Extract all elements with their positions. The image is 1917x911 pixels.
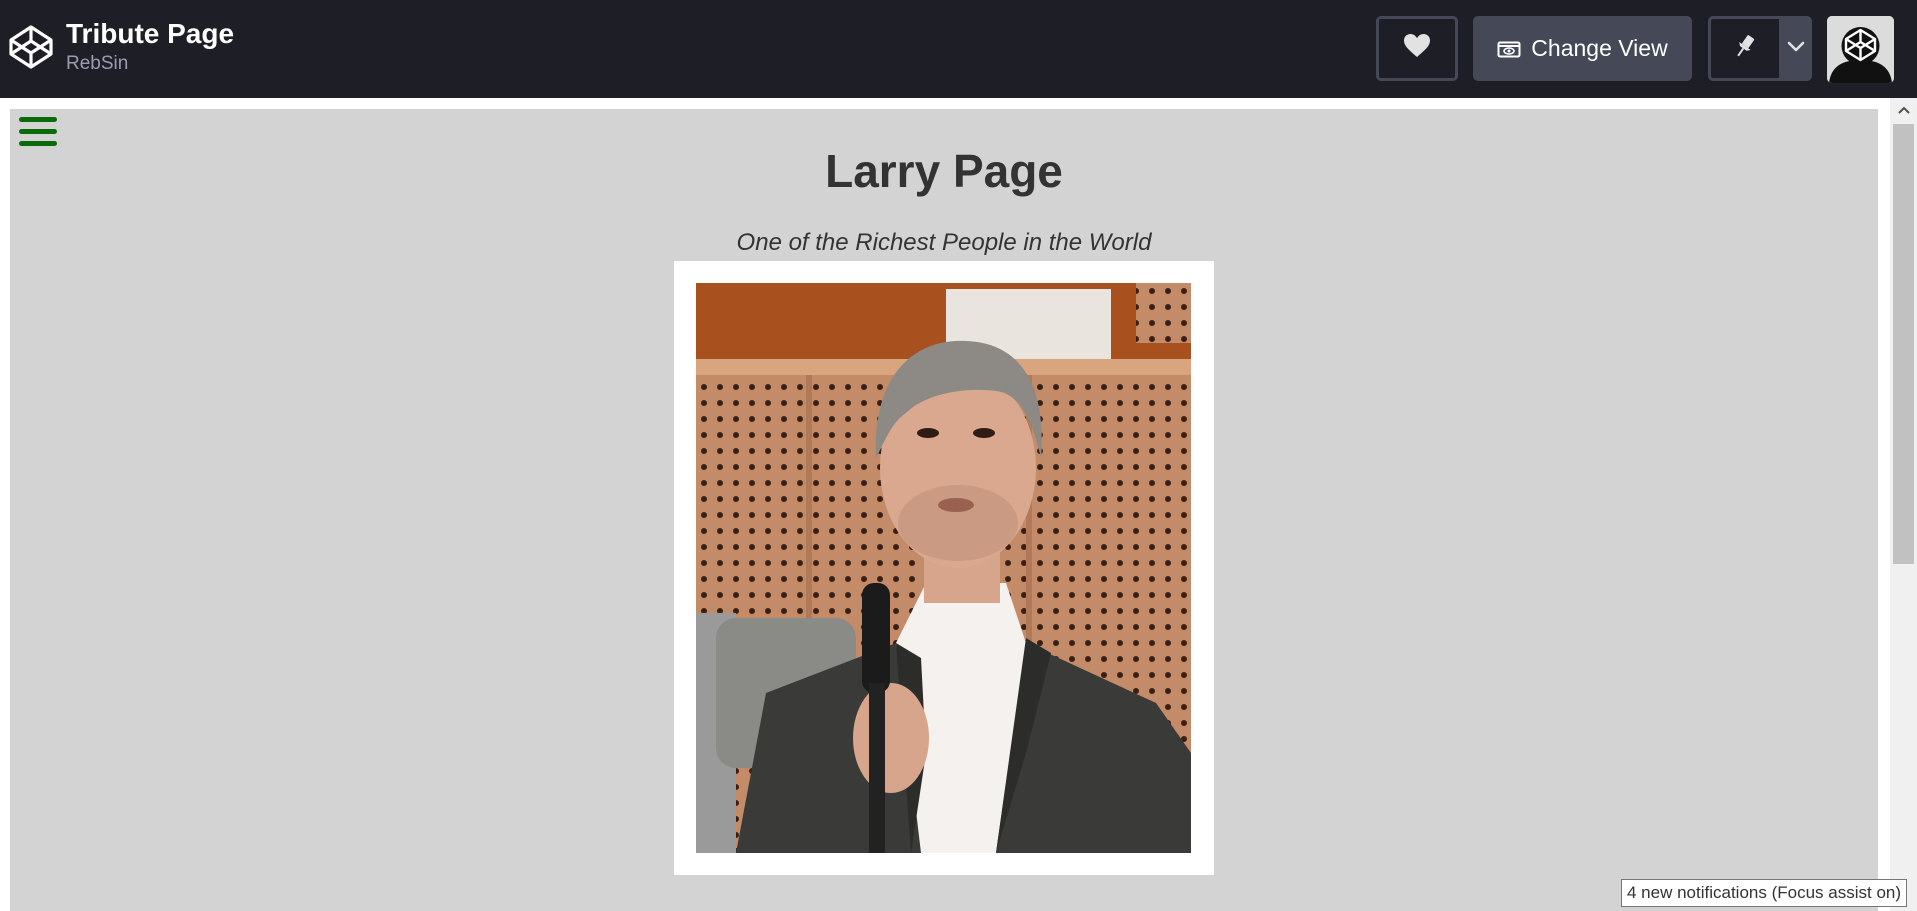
pin-icon (1733, 33, 1757, 64)
codepen-logo-icon[interactable] (8, 24, 54, 70)
pin-button[interactable] (1708, 16, 1782, 81)
tribute-page: Larry Page One of the Richest People in … (10, 109, 1878, 911)
eye-icon (1497, 39, 1521, 59)
change-view-label: Change View (1531, 35, 1668, 61)
change-view-button[interactable]: Change View (1473, 16, 1692, 81)
photo-frame (674, 261, 1214, 875)
chevron-down-icon (1787, 40, 1805, 58)
scroll-thumb[interactable] (1893, 124, 1914, 564)
notification-toast[interactable]: 4 new notifications (Focus assist on) (1621, 879, 1908, 907)
pen-title[interactable]: Tribute Page (66, 17, 234, 51)
preview-frame: Larry Page One of the Richest People in … (0, 98, 1917, 911)
avatar[interactable] (1827, 16, 1894, 83)
preview-scrollbar[interactable] (1890, 98, 1917, 911)
pin-dropdown-button[interactable] (1780, 16, 1812, 81)
portrait-image (696, 283, 1191, 853)
love-button[interactable] (1376, 16, 1458, 81)
page-subtitle: One of the Richest People in the World (736, 229, 1152, 256)
hamburger-menu-icon[interactable] (19, 117, 57, 147)
page-title: Larry Page (825, 145, 1063, 197)
scroll-up-arrow-icon[interactable] (1890, 98, 1917, 122)
pen-author[interactable]: RebSin (66, 51, 234, 77)
heart-icon (1403, 33, 1431, 64)
editor-header: Tribute Page RebSin Change View (0, 0, 1917, 98)
pen-title-block: Tribute Page RebSin (66, 17, 234, 77)
